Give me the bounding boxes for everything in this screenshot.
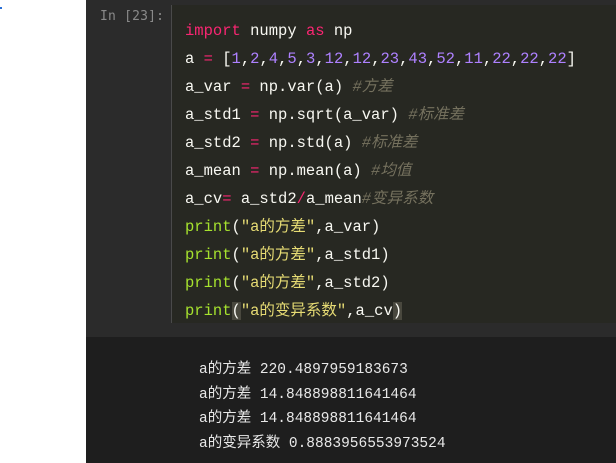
list-comma: ,	[482, 50, 493, 68]
output-area: a的方差 220.4897959183673 a的方差 14.8488988116…	[86, 337, 616, 463]
comment-std: #标准差	[361, 134, 418, 152]
assign-op: =	[240, 162, 269, 180]
output-text: a的方差 220.4897959183673 a的方差 14.8488988116…	[199, 358, 446, 456]
list-comma: ,	[240, 50, 251, 68]
assign-op: =	[240, 134, 269, 152]
list-comma: ,	[371, 50, 381, 68]
list-number: 5	[287, 50, 297, 68]
var-a-std1: a_std1	[185, 106, 241, 124]
code-line-1: import numpy as np	[185, 22, 352, 40]
call-np-var: np.var(a)	[259, 78, 353, 96]
module-name: numpy	[240, 22, 306, 40]
print-args: ,a_var)	[315, 218, 381, 236]
rhs-a-mean: a_mean	[305, 190, 362, 208]
var-a-var: a_var	[185, 78, 232, 96]
code-line-7: a_cv= a_std2/a_mean#变异系数	[185, 190, 433, 208]
list-number: 22	[492, 50, 511, 68]
cell-marker-dot	[0, 7, 2, 9]
list-number: 4	[268, 50, 279, 68]
paren-open: (	[231, 246, 241, 264]
list-comma: ,	[510, 50, 521, 68]
code-line-6: a_mean = np.mean(a) #均值	[185, 162, 411, 180]
divide-op: /	[296, 190, 306, 208]
list-comma: ,	[278, 50, 288, 68]
var-a: a	[185, 50, 195, 68]
list-number: 22	[548, 50, 567, 68]
list-close: ]	[566, 50, 576, 68]
list-number: 52	[436, 50, 455, 68]
list-comma: ,	[296, 50, 307, 68]
list-number: 1	[231, 50, 241, 68]
var-a-std2: a_std2	[185, 134, 241, 152]
code-line-8: print("a的方差",a_var)	[185, 218, 380, 236]
list-comma: ,	[343, 50, 353, 68]
fn-print: print	[185, 246, 232, 264]
fn-print: print	[185, 218, 232, 236]
assign-op: =	[231, 78, 260, 96]
list-number: 3	[306, 50, 316, 68]
code-line-10: print("a的方差",a_std2)	[185, 274, 390, 292]
comment-std: #标准差	[408, 106, 465, 124]
assign-op: =	[194, 50, 223, 68]
string-literal: "a的方差"	[240, 218, 316, 236]
fn-print: print	[185, 302, 232, 320]
code-line-11: print("a的变异系数",a_cv)	[185, 302, 403, 320]
module-alias: np	[324, 22, 353, 40]
call-np-mean: np.mean(a)	[268, 162, 372, 180]
paren-open: (	[231, 218, 241, 236]
notebook-left-margin	[0, 0, 86, 463]
assign-op: =	[222, 190, 232, 208]
list-number: 23	[380, 50, 400, 68]
string-literal: "a的方差"	[240, 274, 316, 292]
call-np-sqrt: np.sqrt(a_var)	[268, 106, 409, 124]
string-literal: "a的方差"	[240, 246, 316, 264]
code-line-5: a_std2 = np.std(a) #标准差	[185, 134, 418, 152]
keyword-as: as	[305, 22, 325, 40]
string-literal: "a的变异系数"	[240, 302, 347, 320]
fn-print: print	[185, 274, 232, 292]
print-args: ,a_cv	[346, 302, 393, 320]
output-line-3: a的方差 14.848898811641464	[199, 411, 417, 427]
print-args: ,a_std2)	[315, 274, 390, 292]
paren-open-highlighted: (	[231, 302, 241, 320]
assign-op: =	[240, 106, 269, 124]
comment-variance: #方差	[352, 78, 393, 96]
input-prompt: In [23]:	[100, 9, 165, 24]
list-number: 22	[520, 50, 539, 68]
code-editor[interactable]: import numpy as np a = [1,2,4,5,3,12,12,…	[171, 5, 616, 323]
comment-cv: #变异系数	[361, 190, 434, 208]
code-line-9: print("a的方差",a_std1)	[185, 246, 390, 264]
code-block[interactable]: import numpy as np a = [1,2,4,5,3,12,12,…	[185, 17, 576, 325]
list-comma: ,	[427, 50, 437, 68]
keyword-import: import	[185, 22, 241, 40]
list-comma: ,	[259, 50, 269, 68]
list-open: [	[222, 50, 232, 68]
list-number: 11	[464, 50, 483, 68]
output-line-4: a的变异系数 0.8883956553973524	[199, 435, 446, 452]
list-comma: ,	[454, 50, 465, 68]
list-number: 43	[408, 50, 428, 68]
code-line-4: a_std1 = np.sqrt(a_var) #标准差	[185, 106, 464, 124]
output-line-2: a的方差 14.848898811641464	[199, 386, 417, 403]
rhs-a-std2: a_std2	[231, 190, 297, 208]
number-list: 1,2,4,5,3,12,12,23,43,52,11,22,22,22	[232, 50, 567, 68]
output-line-1: a的方差 220.4897959183673	[199, 362, 408, 378]
print-args: ,a_std1)	[315, 246, 390, 264]
list-comma: ,	[538, 50, 549, 68]
code-line-2: a = [1,2,4,5,3,12,12,23,43,52,11,22,22,2…	[185, 50, 576, 68]
code-cell[interactable]: In [23]: import numpy as np a = [1,2,4,5…	[86, 0, 616, 334]
call-np-std: np.std(a)	[268, 134, 362, 152]
list-number: 12	[352, 50, 372, 68]
var-a-mean: a_mean	[185, 162, 241, 180]
list-comma: ,	[315, 50, 325, 68]
code-line-3: a_var = np.var(a) #方差	[185, 78, 393, 96]
paren-open: (	[231, 274, 241, 292]
notebook-panel: In [23]: import numpy as np a = [1,2,4,5…	[86, 0, 616, 463]
comment-mean: #均值	[371, 162, 412, 180]
paren-close-highlighted: )	[392, 302, 403, 320]
var-a-cv: a_cv	[185, 190, 223, 208]
list-number: 12	[324, 50, 344, 68]
